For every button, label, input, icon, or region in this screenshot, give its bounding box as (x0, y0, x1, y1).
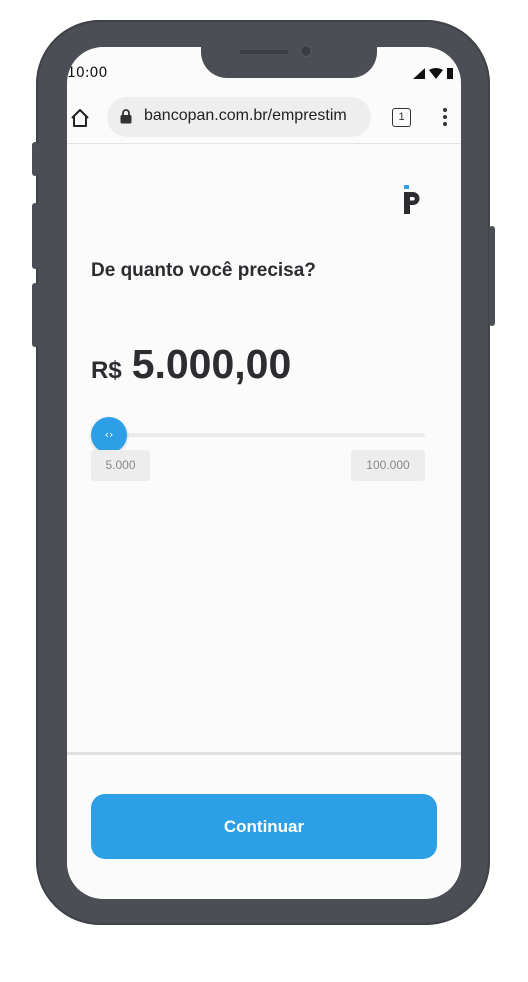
menu-icon[interactable] (439, 106, 451, 128)
loan-amount: R$ 5.000,00 (91, 341, 291, 388)
pan-logo-icon (404, 185, 420, 214)
status-time: 10:00 (67, 65, 108, 81)
phone-side-button (32, 142, 38, 176)
phone-side-button (489, 226, 495, 326)
phone-speaker (240, 50, 288, 54)
address-bar[interactable]: bancopan.com.br/emprestim (107, 97, 371, 137)
currency-symbol: R$ (91, 357, 122, 384)
footer-divider (67, 752, 461, 755)
phone-camera (301, 46, 311, 56)
phone-screen: 10:00 bancopan.com.br/emprestim 1 De qua… (67, 47, 461, 899)
battery-icon (447, 68, 453, 79)
phone-side-button (32, 203, 38, 269)
lock-icon (120, 109, 132, 124)
url-text: bancopan.com.br/emprestim (144, 107, 347, 124)
tabs-icon[interactable]: 1 (392, 108, 411, 127)
amount-slider-track[interactable] (93, 433, 425, 437)
slider-max-label: 100.000 (351, 450, 425, 481)
status-icons (413, 67, 453, 79)
signal-icon (413, 67, 425, 79)
page-title: De quanto você precisa? (91, 260, 316, 281)
amount-value: 5.000,00 (131, 341, 292, 387)
continue-button[interactable]: Continuar (91, 794, 437, 859)
slider-min-label: 5.000 (91, 450, 150, 481)
amount-slider-handle[interactable]: ‹› (91, 417, 127, 453)
phone-side-button (32, 283, 38, 347)
home-icon[interactable] (69, 107, 91, 129)
browser-toolbar: bancopan.com.br/emprestim 1 (67, 97, 461, 144)
phone-notch (201, 47, 377, 78)
wifi-icon (429, 67, 443, 79)
